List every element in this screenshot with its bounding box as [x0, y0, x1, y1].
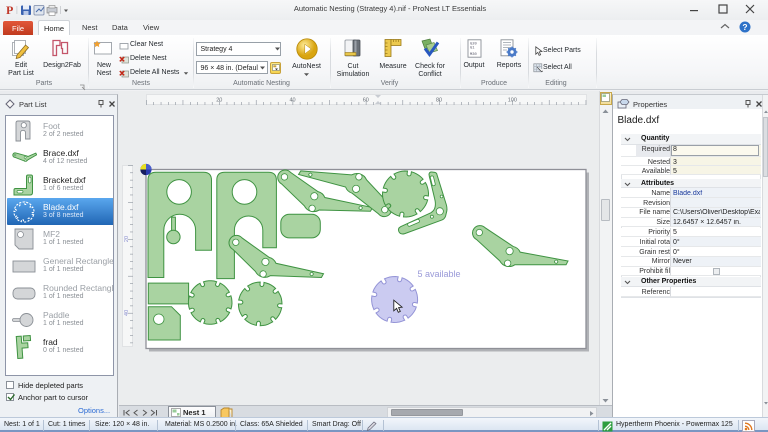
svg-text:G1: G1: [470, 47, 475, 51]
svg-text:M30: M30: [470, 53, 478, 57]
svg-text:P: P: [6, 3, 13, 17]
svg-text:5 available: 5 available: [418, 269, 461, 279]
svg-text:?: ?: [742, 22, 747, 32]
